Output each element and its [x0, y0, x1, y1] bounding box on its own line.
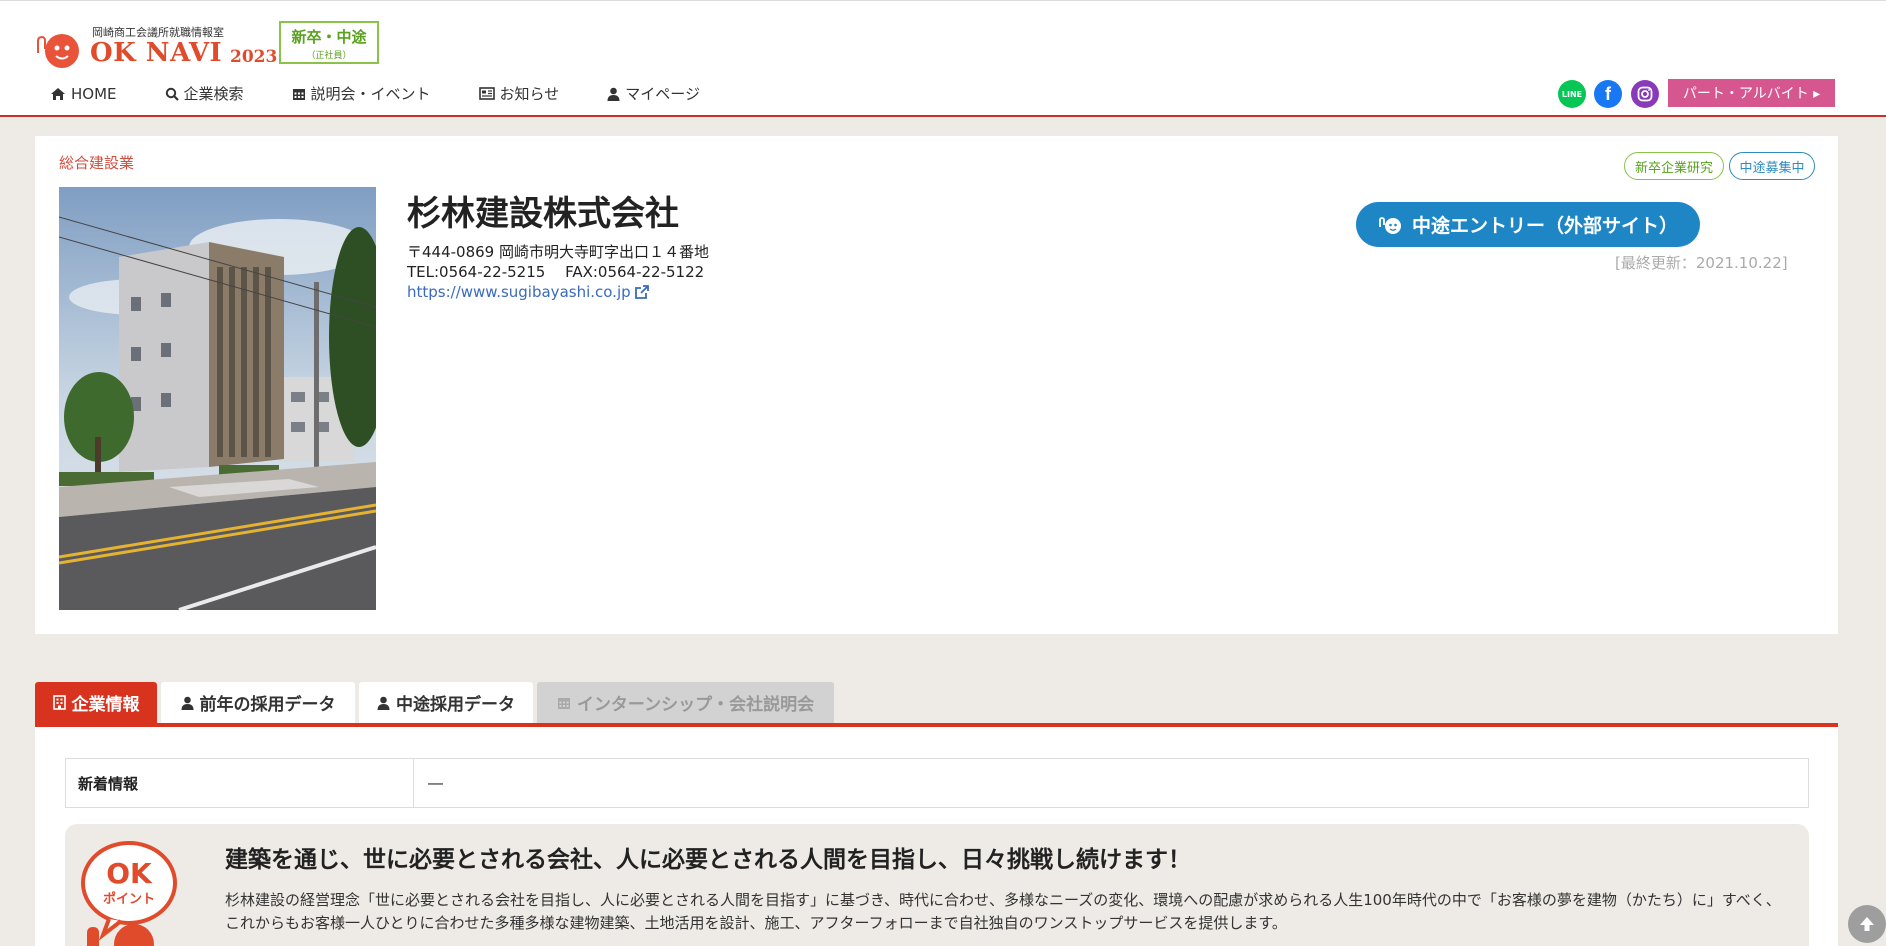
user-icon: [607, 87, 620, 101]
tab-previous-year-data-label: 前年の採用データ: [199, 695, 336, 715]
ok-point-body: 杉林建設の経営理念「世に必要とされる会社を目指し、人に必要とされる人間を目指す」…: [225, 891, 1781, 932]
company-card: 総合建設業 杉林建設株式会社 〒444-0869 岡崎市明大寺町字出口１４番地 …: [35, 136, 1838, 634]
employment-type-badge: 新卒・中途 （正社員）: [279, 21, 379, 64]
tab-previous-year-data[interactable]: 前年の採用データ: [161, 682, 355, 723]
site-header: 岡崎商工会議所就職情報室 OK NAVI 2023 新卒・中途 （正社員） HO…: [0, 0, 1886, 117]
company-url-text: https://www.sugibayashi.co.jp: [407, 283, 631, 301]
nav-company-search-label: 企業検索: [183, 85, 244, 103]
user-icon: [181, 696, 193, 710]
scroll-to-top-button[interactable]: [1848, 905, 1886, 943]
line-icon[interactable]: LINE: [1558, 80, 1586, 108]
logo-year: 2023: [230, 47, 278, 67]
nav-news-label: お知らせ: [499, 85, 560, 103]
nav-home[interactable]: HOME: [50, 85, 117, 103]
company-building-photo: [59, 187, 376, 610]
search-icon: [165, 87, 179, 101]
user-icon: [377, 696, 390, 710]
badge-sub-text: （正社員）: [306, 51, 352, 61]
mid-career-entry-button[interactable]: 中途エントリー（外部サイト）: [1356, 202, 1700, 247]
ok-point-mascot-icon: OK ポイント: [81, 841, 177, 946]
calendar-icon: [557, 697, 570, 709]
external-link-icon: [634, 285, 649, 299]
building-icon: [52, 695, 66, 710]
nav-mypage-label: マイページ: [625, 85, 700, 103]
tab-mid-career-data-label: 中途採用データ: [396, 695, 515, 715]
company-contact: 〒444-0869 岡崎市明大寺町字出口１４番地 TEL:0564-22-521…: [407, 242, 709, 302]
last-updated: [最終更新：2021.10.22]: [1615, 254, 1788, 272]
newspaper-icon: [478, 87, 495, 100]
tab-company-info[interactable]: 企業情報: [35, 682, 157, 723]
nav-company-search[interactable]: 企業検索: [165, 83, 244, 104]
news-header: 新着情報: [66, 759, 414, 807]
mascot-icon: [1379, 216, 1401, 234]
badge-main-text: 新卒・中途: [291, 28, 367, 46]
nav-mypage[interactable]: マイページ: [607, 83, 700, 104]
instagram-icon[interactable]: [1631, 80, 1659, 108]
building-photo-illustration: [59, 187, 376, 610]
nav-events[interactable]: 説明会・イベント: [292, 83, 431, 104]
company-url-link[interactable]: https://www.sugibayashi.co.jp: [407, 282, 709, 302]
company-name: 杉林建設株式会社: [407, 194, 679, 234]
facebook-icon-text: f: [1605, 83, 1611, 104]
nav-home-label: HOME: [71, 84, 117, 103]
main-nav: HOME 企業検索 説明会・イベント お知らせ マイページ: [50, 83, 748, 104]
home-icon: [51, 87, 65, 100]
instagram-glyph: [1637, 86, 1653, 102]
company-tel-fax: TEL:0564-22-5215 FAX:0564-22-5122: [407, 263, 705, 281]
tab-mid-career-data[interactable]: 中途採用データ: [359, 682, 533, 723]
nav-news[interactable]: お知らせ: [478, 83, 560, 104]
calendar-icon: [292, 88, 305, 100]
mascot-point-text: ポイント: [103, 891, 155, 907]
arrow-up-icon: [1860, 917, 1874, 931]
news-table: 新着情報 ―: [65, 758, 1809, 808]
tag-new-grad-research: 新卒企業研究: [1624, 152, 1724, 180]
site-logo[interactable]: 岡崎商工会議所就職情報室 OK NAVI 2023: [34, 23, 284, 71]
industry-label: 総合建設業: [59, 154, 135, 172]
part-time-button[interactable]: パート・アルバイト ▸: [1668, 79, 1835, 107]
company-info-panel: 新着情報 ― OK ポイント 建築を通じ、世に必要とされる会社、人に必要とされる…: [35, 727, 1838, 946]
mascot-ok-text: OK: [106, 857, 153, 890]
news-value: ―: [428, 774, 443, 792]
tab-company-info-label: 企業情報: [71, 695, 140, 715]
facebook-icon[interactable]: f: [1594, 80, 1622, 108]
tag-mid-career-hiring: 中途募集中: [1729, 152, 1815, 180]
company-address: 〒444-0869 岡崎市明大寺町字出口１４番地: [407, 243, 709, 261]
logo-title: OK NAVI: [90, 38, 223, 68]
logo-mascot-icon: [37, 34, 79, 68]
line-icon-text: LINE: [1561, 89, 1583, 99]
ok-point-box: OK ポイント 建築を通じ、世に必要とされる会社、人に必要とされる人間を目指し、…: [65, 824, 1809, 946]
ok-point-title: 建築を通じ、世に必要とされる会社、人に必要とされる人間を目指し、日々挑戦し続けま…: [225, 847, 1191, 873]
nav-events-label: 説明会・イベント: [310, 85, 431, 103]
tab-internship-briefing: インターンシップ・会社説明会: [537, 682, 834, 723]
tab-internship-briefing-label: インターンシップ・会社説明会: [576, 695, 815, 715]
entry-button-label: 中途エントリー（外部サイト）: [1411, 215, 1678, 237]
company-tabs: 企業情報 前年の採用データ 中途採用データ インターンシップ・会社説明会: [35, 682, 1838, 727]
